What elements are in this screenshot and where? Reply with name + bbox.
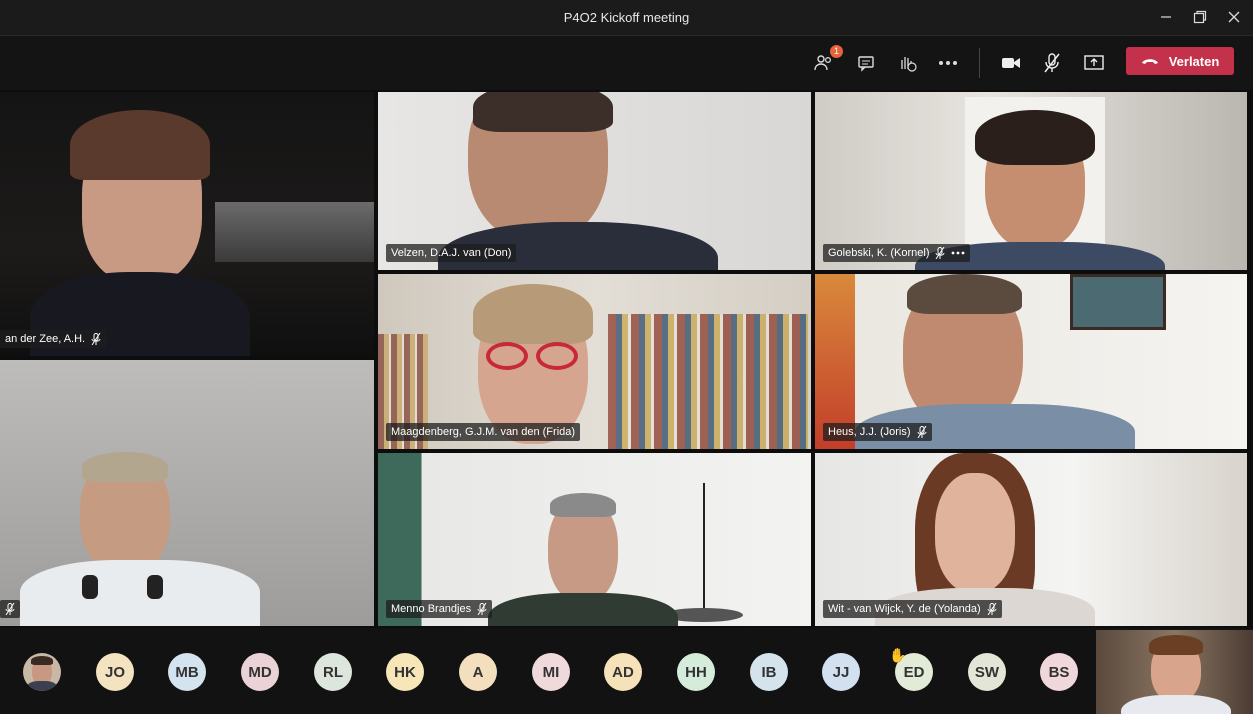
more-icon <box>939 61 957 65</box>
avatar[interactable]: AD <box>604 653 642 691</box>
mic-muted-icon <box>91 333 101 345</box>
mic-muted-icon <box>917 426 927 438</box>
avatar[interactable]: JJ <box>822 653 860 691</box>
close-icon[interactable] <box>1218 4 1250 30</box>
chat-icon <box>858 56 874 72</box>
self-view-video[interactable] <box>1096 630 1253 714</box>
mic-muted-icon <box>5 603 15 615</box>
video-tile-velzen[interactable]: Velzen, D.A.J. van (Don) <box>378 92 811 270</box>
mic-muted-icon <box>477 603 487 615</box>
title-bar: P4O2 Kickoff meeting <box>0 0 1253 36</box>
avatar[interactable]: SW <box>968 653 1006 691</box>
video-tile-unnamed[interactable] <box>0 360 374 626</box>
more-options-button[interactable] <box>933 49 963 77</box>
participant-name-label: Wit - van Wijck, Y. de (Yolanda) <box>823 600 1002 618</box>
raised-hand-icon: ✋ <box>889 647 907 663</box>
participant-name-label: Maagdenberg, G.J.M. van den (Frida) <box>386 423 581 441</box>
avatar[interactable]: A <box>459 653 497 691</box>
video-tile-vanderzee[interactable]: an der Zee, A.H. <box>0 92 374 356</box>
share-screen-button[interactable] <box>1079 49 1109 77</box>
participant-tray: JO MB MD RL HK A MI AD HH IB JJ ✋ ED SW … <box>0 628 1253 714</box>
participant-name-label: Menno Brandjes <box>386 600 493 618</box>
participant-name-label: Golebski, K. (Kornel) <box>823 244 971 262</box>
participants-icon <box>814 55 832 71</box>
participant-name-label: an der Zee, A.H. <box>0 330 107 348</box>
camera-button[interactable] <box>996 49 1026 77</box>
participants-button[interactable]: 1 <box>809 45 843 77</box>
mic-muted-icon <box>1044 53 1060 73</box>
mic-muted-icon <box>987 603 997 615</box>
video-tile-heus[interactable]: Heus, J.J. (Joris) <box>815 274 1247 449</box>
meeting-toolbar: 1 Verlaten <box>0 36 1253 90</box>
avatar[interactable]: ✋ ED <box>889 647 933 691</box>
participant-name-label: Velzen, D.A.J. van (Don) <box>386 244 517 262</box>
mic-muted-icon <box>935 247 945 259</box>
raise-hand-icon <box>901 57 917 72</box>
avatar[interactable]: HH <box>677 653 715 691</box>
leave-button[interactable]: Verlaten <box>1126 47 1234 75</box>
window-title: P4O2 Kickoff meeting <box>563 10 690 25</box>
avatar[interactable]: MB <box>168 653 206 691</box>
avatar[interactable]: JO <box>96 653 134 691</box>
share-screen-icon <box>1084 55 1104 70</box>
camera-icon <box>1002 58 1020 68</box>
video-tile-maagdenberg[interactable]: Maagdenberg, G.J.M. van den (Frida) <box>378 274 811 449</box>
reactions-button[interactable] <box>892 49 922 77</box>
microphone-button[interactable] <box>1037 49 1067 77</box>
video-tile-wit[interactable]: Wit - van Wijck, Y. de (Yolanda) <box>815 453 1247 626</box>
avatar-photo[interactable] <box>23 653 61 691</box>
hang-up-icon <box>1141 59 1158 64</box>
participants-badge: 1 <box>830 45 843 58</box>
video-tile-golebski[interactable]: Golebski, K. (Kornel) <box>815 92 1247 270</box>
more-icon[interactable] <box>951 251 965 255</box>
restore-icon[interactable] <box>1184 4 1216 30</box>
minimize-icon[interactable] <box>1150 4 1182 30</box>
participant-name-label: Heus, J.J. (Joris) <box>823 423 932 441</box>
participant-mute-label <box>0 600 20 618</box>
avatar[interactable]: MI <box>532 653 570 691</box>
leave-label: Verlaten <box>1168 53 1220 69</box>
avatar[interactable]: RL <box>314 653 352 691</box>
avatar[interactable]: IB <box>750 653 788 691</box>
avatar[interactable]: HK <box>386 653 424 691</box>
avatar[interactable]: BS <box>1040 653 1078 691</box>
chat-button[interactable] <box>851 49 881 77</box>
toolbar-divider <box>979 48 980 78</box>
video-tile-brandjes[interactable]: Menno Brandjes <box>378 453 811 626</box>
avatar[interactable]: MD <box>241 653 279 691</box>
